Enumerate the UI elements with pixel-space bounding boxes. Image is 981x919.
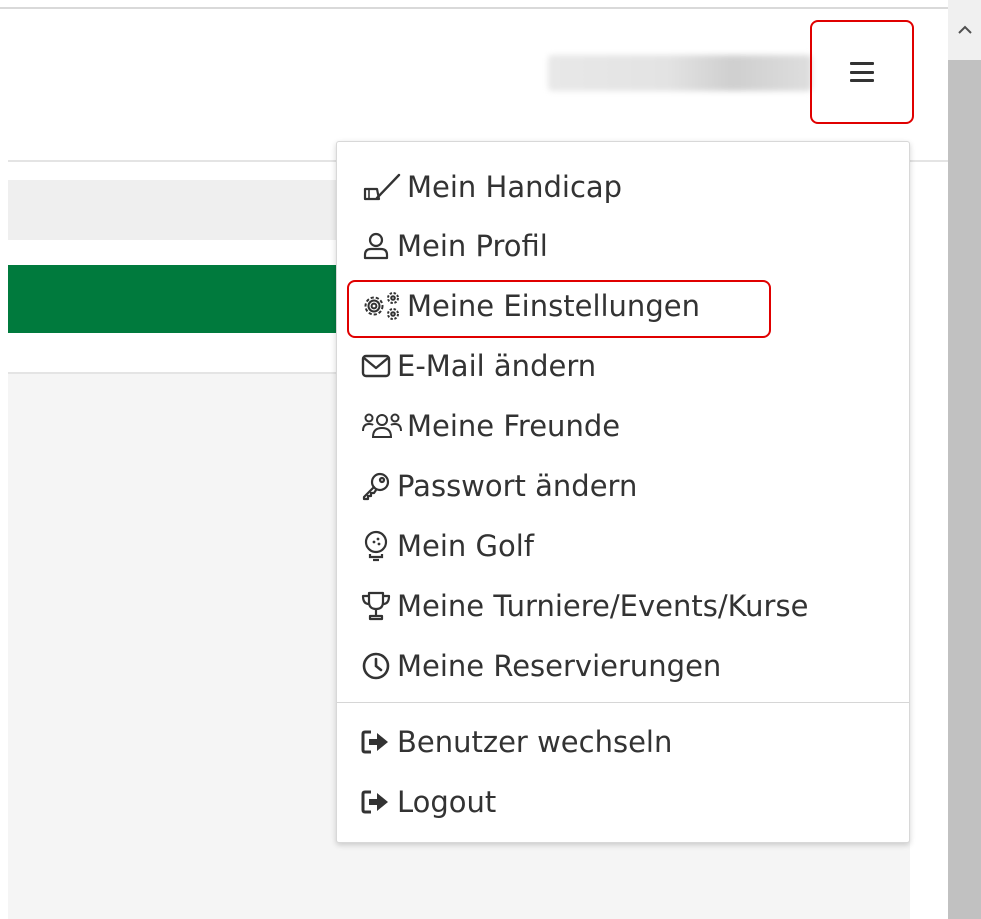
menu-item-label: Logout — [397, 785, 497, 819]
chevron-up-icon[interactable] — [955, 22, 975, 38]
gears-icon — [359, 289, 405, 323]
menu-item-einstellungen[interactable]: Meine Einstellungen — [359, 282, 700, 330]
menu-item-handicap[interactable]: Mein Handicap — [359, 163, 622, 211]
users-icon — [359, 409, 405, 443]
menu-item-label: Passwort ändern — [397, 469, 638, 503]
menu-item-label: Benutzer wechseln — [397, 725, 673, 759]
menu-item-passwort[interactable]: Passwort ändern — [359, 462, 637, 510]
menu-item-reservierungen[interactable]: Meine Reservierungen — [359, 642, 721, 690]
top-border — [0, 7, 948, 9]
scrollbar-thumb[interactable] — [948, 60, 981, 919]
menu-divider — [337, 702, 909, 703]
menu-item-label: Meine Reservierungen — [397, 649, 722, 683]
clock-icon — [359, 649, 393, 683]
user-dropdown-menu: Mein Handicap Mein Profil Meine Einstell… — [336, 141, 910, 843]
sign-out-icon — [359, 785, 393, 819]
golf-club-icon — [359, 170, 405, 204]
green-banner — [8, 265, 338, 333]
menu-item-benutzer-wechseln[interactable]: Benutzer wechseln — [359, 718, 672, 766]
menu-item-turniere[interactable]: Meine Turniere/Events/Kurse — [359, 582, 808, 630]
menu-item-profil[interactable]: Mein Profil — [359, 222, 548, 270]
menu-item-logout[interactable]: Logout — [359, 778, 496, 826]
key-icon — [359, 469, 393, 503]
menu-item-email[interactable]: E-Mail ändern — [359, 342, 596, 390]
menu-item-label: Meine Freunde — [407, 409, 621, 443]
menu-item-label: Mein Profil — [397, 229, 548, 263]
user-icon — [359, 229, 393, 263]
menu-item-label: Meine Einstellungen — [407, 289, 700, 323]
content-bar — [8, 180, 338, 240]
menu-item-label: Mein Golf — [397, 529, 534, 563]
golf-ball-icon — [359, 529, 393, 563]
trophy-icon — [359, 589, 393, 623]
menu-item-label: Meine Turniere/Events/Kurse — [397, 589, 809, 623]
sign-out-icon — [359, 725, 393, 759]
envelope-icon — [359, 349, 393, 383]
user-name-redacted — [548, 55, 812, 91]
menu-item-freunde[interactable]: Meine Freunde — [359, 402, 620, 450]
menu-toggle-button[interactable] — [810, 20, 914, 124]
menu-item-golf[interactable]: Mein Golf — [359, 522, 534, 570]
menu-item-label: E-Mail ändern — [397, 349, 597, 383]
menu-item-label: Mein Handicap — [407, 170, 623, 204]
hamburger-icon — [850, 62, 874, 82]
